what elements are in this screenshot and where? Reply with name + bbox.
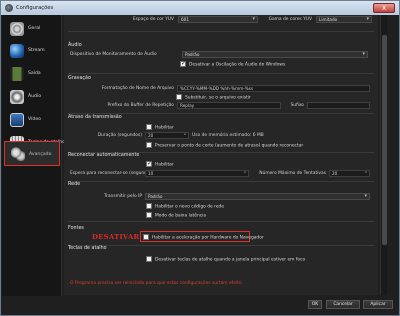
sidebar-item-label: Stream — [28, 48, 45, 53]
sidebar-item-audio[interactable]: Áudio — [4, 87, 60, 107]
restart-required-message: O Programa precisa ser reiniciado para q… — [70, 281, 243, 286]
checkbox-unchecked — [146, 142, 152, 148]
bind-ip-select[interactable]: Padrão — [145, 193, 370, 200]
preserve-cutoff-checkbox[interactable]: Preservar o ponto de corte (aumento de a… — [146, 142, 303, 149]
sidebar-item-label: Áudio — [28, 94, 42, 99]
color-space-label: Espaço de cor YUV — [132, 17, 174, 22]
max-retries-spinner[interactable]: 20 — [329, 170, 370, 177]
app-icon — [5, 4, 13, 12]
checkbox-checked — [146, 160, 152, 167]
bind-ip-label: Transmitir pelo IP — [104, 194, 142, 199]
duration-label: Duração (segundos) — [97, 133, 142, 138]
monitor-icon — [10, 113, 24, 127]
disable-ducking-checkbox[interactable]: Desativar a Oscilação de Áudio do Window… — [180, 60, 286, 68]
suffix-label: Sufixo — [290, 103, 305, 108]
separator — [68, 221, 374, 222]
filename-format-label: Formatação de Nome de Arquivo — [101, 86, 174, 91]
separator — [68, 31, 374, 32]
audio-section-title: Áudio — [68, 43, 82, 48]
close-button[interactable]: X — [373, 3, 395, 13]
checkbox-unchecked — [176, 94, 182, 100]
sidebar-item-label: Vídeo — [28, 117, 41, 122]
sidebar-item-label: Geral — [28, 26, 41, 31]
duration-spinner[interactable]: 20 — [145, 132, 189, 139]
monitor-device-label: Dispositivo de Monitoramento de Áudio — [70, 52, 157, 57]
low-latency-label: Modo de baixa latência — [155, 213, 207, 219]
checkbox-unchecked — [143, 234, 149, 240]
sidebar-item-label: Avançado — [29, 152, 52, 157]
gear-icon — [10, 22, 24, 36]
recording-section-title: Gravação — [68, 76, 91, 81]
sidebar-item-label: Saída — [28, 71, 41, 76]
reconnect-enable-label: Habilitar — [155, 162, 174, 168]
browser-hw-accel-checkbox[interactable]: Habilitar a aceleração por Hardware do N… — [143, 234, 264, 241]
checkbox-checked — [180, 60, 186, 67]
disable-unfocused-hotkeys-checkbox[interactable]: Desativar teclas de atalho quando a jane… — [146, 256, 305, 263]
title-bar: Configurações X — [1, 1, 399, 15]
stream-delay-enable-checkbox[interactable]: Habilitar — [146, 124, 174, 131]
overwrite-label: Substituir, se o arquivo existir — [185, 95, 251, 101]
sidebar-item-video[interactable]: Vídeo — [4, 110, 60, 130]
reconnect-enable-checkbox[interactable]: Habilitar — [146, 160, 174, 168]
overwrite-checkbox[interactable]: Substituir, se o arquivo existir — [176, 94, 251, 101]
checkbox-unchecked — [146, 212, 152, 218]
sidebar-item-advanced[interactable]: Avançado — [4, 141, 60, 166]
stream-delay-enable-label: Habilitar — [155, 125, 174, 131]
monitor-device-select[interactable]: Padrão — [182, 51, 368, 58]
new-network-code-checkbox[interactable]: Habilitar o novo código de rede — [146, 203, 224, 210]
stream-delay-section-title: Atraso da transmissão — [68, 115, 122, 120]
browser-hw-accel-label: Habilitar a aceleração por Hardware do N… — [152, 235, 264, 241]
reconnect-section-title: Reconectar automaticamente — [68, 153, 140, 158]
color-space-select[interactable]: 601 — [178, 16, 258, 23]
replay-prefix-input[interactable]: Replay — [177, 102, 281, 109]
separator — [68, 73, 374, 74]
preserve-cutoff-label: Preservar o ponto de corte (aumento de a… — [155, 143, 304, 149]
low-latency-checkbox[interactable]: Modo de baixa latência — [146, 212, 206, 219]
disable-annotation: DESATIVAR — [92, 233, 140, 241]
checkbox-unchecked — [146, 124, 152, 130]
apply-button[interactable]: Aplicar — [363, 300, 393, 309]
cancel-button[interactable]: Cancelar — [326, 300, 360, 309]
checkbox-unchecked — [146, 203, 152, 209]
speaker-icon — [10, 90, 24, 104]
advanced-settings-panel: Espaço de cor YUV 601 Gama de cores YUV … — [64, 15, 378, 295]
color-range-select[interactable]: Limitado — [316, 16, 372, 23]
memory-usage-text: Uso de memória estimado: 6 MB — [192, 133, 264, 138]
separator — [68, 113, 374, 114]
window-title: Configurações — [16, 5, 54, 11]
retry-delay-label: Espera para reconectar-se (segundos) — [70, 171, 154, 176]
sidebar-item-general[interactable]: Geral — [4, 19, 60, 39]
film-icon — [10, 67, 24, 81]
sidebar-item-stream[interactable]: Stream — [4, 41, 60, 61]
disable-ducking-label: Desativar a Oscilação de Áudio do Window… — [189, 62, 286, 68]
gears-icon — [11, 147, 25, 161]
suffix-input[interactable] — [307, 102, 370, 109]
sidebar-item-output[interactable]: Saída — [4, 64, 60, 84]
replay-prefix-label: Prefixo do Buffer de Repetição — [107, 103, 174, 108]
color-range-label: Gama de cores YUV — [268, 17, 312, 22]
hotkeys-section-title: Teclas de atalho — [68, 246, 107, 251]
vertical-scrollbar[interactable] — [380, 15, 387, 295]
network-section-title: Rede — [68, 182, 81, 187]
new-network-code-label: Habilitar o novo código de rede — [155, 204, 225, 210]
ok-button[interactable]: OK — [308, 300, 322, 309]
disable-unfocused-hotkeys-label: Desativar teclas de atalho quando a jane… — [155, 257, 306, 263]
max-retries-label: Número Máximo de Tentativas — [259, 171, 326, 176]
scrollbar-thumb[interactable] — [382, 35, 387, 245]
settings-sidebar: Geral Stream Saída Áudio Vídeo Teclas de… — [2, 15, 65, 307]
filename-format-input[interactable]: %CCYY-%MM-%DD %hh-%mm-%ss — [177, 85, 370, 92]
checkbox-unchecked — [146, 256, 152, 262]
globe-icon — [10, 44, 24, 58]
retry-delay-spinner[interactable]: 10 — [145, 170, 249, 177]
dialog-footer: OK Cancelar Aplicar — [2, 296, 398, 314]
